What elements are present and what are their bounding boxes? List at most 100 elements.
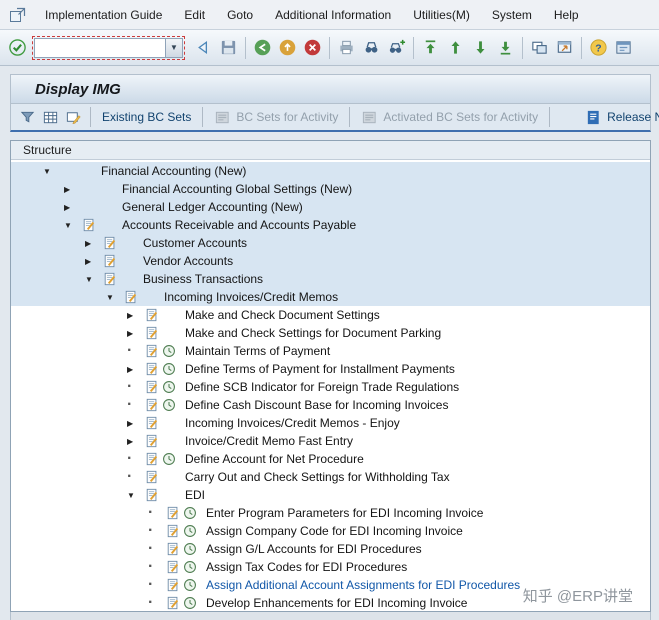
- customize-button[interactable]: [611, 35, 636, 60]
- tree-item-label[interactable]: Incoming Invoices/Credit Memos: [164, 290, 338, 304]
- img-activity-icon[interactable]: [166, 542, 180, 556]
- expand-icon[interactable]: ▶: [127, 365, 145, 374]
- tree-row[interactable]: ▼ Business Transactions: [11, 270, 650, 288]
- activated-bc-sets-button[interactable]: Activated BC Sets for Activity: [355, 106, 544, 129]
- img-activity-icon[interactable]: [145, 344, 159, 358]
- page-up-button[interactable]: [443, 35, 468, 60]
- back-circle-button[interactable]: [250, 35, 275, 60]
- img-activity-icon[interactable]: [145, 362, 159, 376]
- activity-clock-icon[interactable]: [183, 542, 197, 556]
- img-activity-icon[interactable]: [124, 290, 138, 304]
- img-activity-icon[interactable]: [166, 596, 180, 610]
- menu-item-goto[interactable]: Goto: [216, 3, 264, 27]
- cancel-button[interactable]: [300, 35, 325, 60]
- img-activity-icon[interactable]: [145, 326, 159, 340]
- command-dropdown-icon[interactable]: ▼: [166, 37, 183, 58]
- tree-item-label[interactable]: Make and Check Settings for Document Par…: [185, 326, 441, 340]
- img-activity-icon[interactable]: [82, 218, 96, 232]
- filter-button[interactable]: [16, 106, 39, 128]
- tree-row[interactable]: · Carry Out and Check Settings for Withho…: [11, 468, 650, 486]
- tree-item-label[interactable]: Assign Tax Codes for EDI Procedures: [206, 560, 407, 574]
- tree-row[interactable]: ▶ Make and Check Settings for Document Pa…: [11, 324, 650, 342]
- expand-icon[interactable]: ▶: [127, 419, 145, 428]
- system-menu-icon[interactable]: [8, 5, 28, 25]
- tree-item-label[interactable]: Vendor Accounts: [143, 254, 233, 268]
- tree-row[interactable]: · Develop Enhancements for EDI Incoming I…: [11, 594, 650, 611]
- img-activity-icon[interactable]: [145, 398, 159, 412]
- tree-row[interactable]: · Assign Company Code for EDI Incoming In…: [11, 522, 650, 540]
- tree-row[interactable]: · Assign Tax Codes for EDI Procedures: [11, 558, 650, 576]
- tree-item-label[interactable]: General Ledger Accounting (New): [122, 200, 303, 214]
- enter-button[interactable]: [5, 35, 30, 60]
- menu-item-utilities-m[interactable]: Utilities(M): [402, 3, 481, 27]
- activity-clock-icon[interactable]: [162, 398, 176, 412]
- tree-item-label[interactable]: Maintain Terms of Payment: [185, 344, 330, 358]
- tree-row[interactable]: ▶ Vendor Accounts: [11, 252, 650, 270]
- expand-icon[interactable]: ▶: [64, 203, 82, 212]
- expand-icon[interactable]: ▶: [127, 311, 145, 320]
- page-down-button[interactable]: [468, 35, 493, 60]
- tree-item-label[interactable]: Business Transactions: [143, 272, 263, 286]
- expand-icon[interactable]: ▶: [127, 437, 145, 446]
- img-activity-icon[interactable]: [166, 506, 180, 520]
- img-activity-icon[interactable]: [166, 524, 180, 538]
- tree-row[interactable]: ▶ Make and Check Document Settings: [11, 306, 650, 324]
- tree-item-label[interactable]: Enter Program Parameters for EDI Incomin…: [206, 506, 483, 520]
- tree-item-label[interactable]: Assign G/L Accounts for EDI Procedures: [206, 542, 422, 556]
- first-page-button[interactable]: [418, 35, 443, 60]
- tree-row[interactable]: ▼ Incoming Invoices/Credit Memos: [11, 288, 650, 306]
- print-button[interactable]: [334, 35, 359, 60]
- tree-item-label[interactable]: Define SCB Indicator for Foreign Trade R…: [185, 380, 459, 394]
- collapse-icon[interactable]: ▼: [127, 491, 145, 500]
- img-activity-icon[interactable]: [166, 578, 180, 592]
- menu-item-help[interactable]: Help: [543, 3, 590, 27]
- new-session-button[interactable]: [527, 35, 552, 60]
- tree-item-label[interactable]: Accounts Receivable and Accounts Payable: [122, 218, 356, 232]
- tree-row[interactable]: · Define SCB Indicator for Foreign Trade …: [11, 378, 650, 396]
- menu-item-edit[interactable]: Edit: [173, 3, 216, 27]
- table-button[interactable]: [39, 106, 62, 128]
- tree-row[interactable]: · Assign G/L Accounts for EDI Procedures: [11, 540, 650, 558]
- tree-item-label[interactable]: Assign Additional Account Assignments fo…: [206, 578, 520, 592]
- horizontal-scrollbar[interactable]: [10, 612, 651, 620]
- command-input[interactable]: [34, 37, 166, 58]
- img-activity-icon[interactable]: [145, 452, 159, 466]
- last-page-button[interactable]: [493, 35, 518, 60]
- tree-row[interactable]: ▶ Invoice/Credit Memo Fast Entry: [11, 432, 650, 450]
- activity-clock-icon[interactable]: [162, 452, 176, 466]
- tree-item-label[interactable]: Develop Enhancements for EDI Incoming In…: [206, 596, 467, 610]
- tree-row[interactable]: ▶ Financial Accounting Global Settings (N…: [11, 180, 650, 198]
- tree-item-label[interactable]: Invoice/Credit Memo Fast Entry: [185, 434, 353, 448]
- activity-clock-icon[interactable]: [162, 380, 176, 394]
- exit-circle-button[interactable]: [275, 35, 300, 60]
- expand-icon[interactable]: ▶: [127, 329, 145, 338]
- tree-row[interactable]: ▼ Financial Accounting (New): [11, 162, 650, 180]
- tree-item-label[interactable]: Assign Company Code for EDI Incoming Inv…: [206, 524, 463, 538]
- img-activity-icon[interactable]: [145, 308, 159, 322]
- menu-item-implementation-guide[interactable]: Implementation Guide: [34, 3, 173, 27]
- expand-icon[interactable]: ▶: [85, 257, 103, 266]
- img-activity-icon[interactable]: [103, 272, 117, 286]
- activity-clock-icon[interactable]: [183, 578, 197, 592]
- release-notes-button[interactable]: Release Notes: [579, 106, 659, 129]
- img-activity-icon[interactable]: [103, 254, 117, 268]
- img-activity-icon[interactable]: [145, 470, 159, 484]
- activity-clock-icon[interactable]: [183, 524, 197, 538]
- collapse-icon[interactable]: ▼: [106, 293, 124, 302]
- tree-item-label[interactable]: EDI: [185, 488, 205, 502]
- tree-row[interactable]: · Maintain Terms of Payment: [11, 342, 650, 360]
- tree-row[interactable]: ▶ Customer Accounts: [11, 234, 650, 252]
- existing-bc-sets-button[interactable]: Existing BC Sets: [96, 107, 197, 127]
- activity-clock-icon[interactable]: [162, 362, 176, 376]
- tree-row[interactable]: ▶ Incoming Invoices/Credit Memos - Enjoy: [11, 414, 650, 432]
- expand-icon[interactable]: ▶: [85, 239, 103, 248]
- collapse-icon[interactable]: ▼: [85, 275, 103, 284]
- find-button[interactable]: [359, 35, 384, 60]
- expand-icon[interactable]: ▶: [64, 185, 82, 194]
- activity-clock-icon[interactable]: [183, 560, 197, 574]
- img-activity-icon[interactable]: [166, 560, 180, 574]
- activity-clock-icon[interactable]: [183, 596, 197, 610]
- img-activity-icon[interactable]: [103, 236, 117, 250]
- tree-item-label[interactable]: Define Terms of Payment for Installment …: [185, 362, 455, 376]
- tree-row[interactable]: · Assign Additional Account Assignments f…: [11, 576, 650, 594]
